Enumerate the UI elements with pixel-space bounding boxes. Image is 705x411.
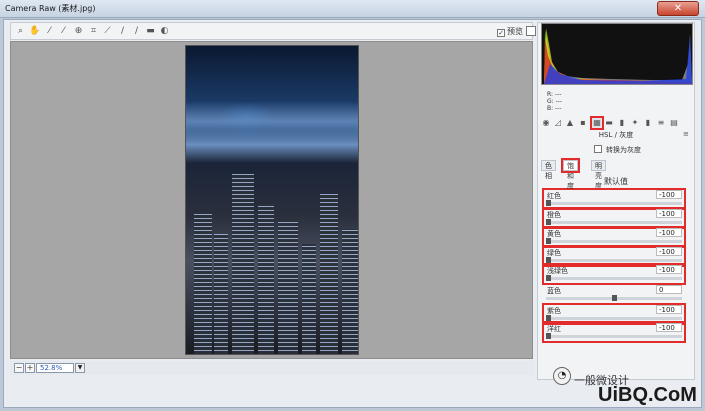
slider-value-field[interactable]: -100 <box>656 247 682 256</box>
slider-thumb[interactable] <box>546 257 551 263</box>
slider-value-field[interactable]: -100 <box>656 190 682 199</box>
building <box>232 174 254 354</box>
b-readout: B: --- <box>547 105 562 112</box>
color-sampler-icon[interactable]: ⁄ <box>58 26 69 37</box>
window-title: Camera Raw (素材.jpg) <box>5 4 96 13</box>
building <box>302 244 316 354</box>
camera-tab-icon[interactable]: ▮ <box>643 118 653 128</box>
slider-track[interactable] <box>546 221 682 224</box>
tone-curve-tab-icon[interactable]: ◿ <box>553 118 563 128</box>
zoom-level[interactable]: 52.8% <box>36 363 74 373</box>
slider-thumb[interactable] <box>546 219 551 225</box>
building <box>320 194 338 354</box>
preview-toggle[interactable]: ✓ 预览 <box>497 26 523 37</box>
section-title: HSL / 灰度 <box>598 131 634 139</box>
white-balance-icon[interactable]: ⁄ <box>44 26 55 37</box>
basic-tab-icon[interactable]: ◉ <box>541 118 551 128</box>
defaults-link[interactable]: 默认值 <box>541 176 691 187</box>
building <box>194 214 212 354</box>
red-eye-icon[interactable]: ∕ <box>131 26 142 37</box>
crop-icon[interactable]: ⌗ <box>88 26 99 37</box>
slider-value-field[interactable]: -100 <box>656 265 682 274</box>
building <box>278 219 298 354</box>
slider-thumb[interactable] <box>546 238 551 244</box>
photo-preview <box>185 45 359 355</box>
slider-thumb[interactable] <box>611 295 617 301</box>
zoom-in-button[interactable]: + <box>25 363 35 373</box>
toolbar: ⌕ ✋ ⁄ ⁄ ⊕ ⌗ ⟋ ∕ ∕ ▬ ◐ ✓ 预览 <box>10 22 536 40</box>
building <box>258 204 274 354</box>
sky-glow <box>186 101 358 141</box>
slider-row: 绿色 -100 <box>542 245 686 267</box>
effects-tab-icon[interactable]: ✦ <box>630 118 640 128</box>
tab-luminance[interactable]: 明亮度 <box>591 160 606 190</box>
slider-label: 蓝色 <box>547 287 561 295</box>
tab-hue[interactable]: 色相 <box>541 160 556 180</box>
split-tab-icon[interactable]: ▪ <box>578 118 588 128</box>
slider-row: 紫色 -100 <box>542 303 686 325</box>
lens-tab-icon[interactable]: ▮ <box>617 118 627 128</box>
straighten-icon[interactable]: ⟋ <box>102 26 113 37</box>
zoom-icon[interactable]: ⌕ <box>15 26 26 37</box>
histogram-graph <box>544 28 692 84</box>
building <box>342 229 358 354</box>
slider-track[interactable] <box>546 317 682 320</box>
split-toning-tab-icon[interactable]: ▬ <box>604 118 614 128</box>
convert-grayscale-checkbox[interactable]: 转换为灰度 <box>594 145 641 155</box>
checkmark-icon: ✓ <box>497 29 505 37</box>
brand-watermark: UiBQ.CoM <box>598 384 697 406</box>
hsl-tab-icon[interactable]: ▦ <box>590 116 604 130</box>
status-bar: − + 52.8% ▼ <box>10 361 533 375</box>
panel-menu-icon[interactable]: ≡ <box>683 130 689 138</box>
slider-value-field[interactable]: -100 <box>656 209 682 218</box>
fullscreen-icon[interactable] <box>526 26 536 36</box>
title-bar: Camera Raw (素材.jpg) ✕ <box>0 0 705 18</box>
tab-saturation[interactable]: 饱和度 <box>561 158 580 190</box>
slider-track[interactable] <box>546 240 682 243</box>
zoom-out-button[interactable]: − <box>14 363 24 373</box>
chevron-down-icon[interactable]: ▼ <box>75 363 85 373</box>
slider-row: 蓝色 0 <box>544 285 684 303</box>
snapshots-tab-icon[interactable]: ▤ <box>669 118 679 128</box>
detail-tab-icon[interactable]: ▲ <box>565 118 575 128</box>
slider-value-field[interactable]: 0 <box>656 285 682 294</box>
slider-row: 红色 -100 <box>542 188 686 210</box>
close-button[interactable]: ✕ <box>657 1 699 16</box>
g-readout: G: --- <box>547 98 563 105</box>
slider-track[interactable] <box>546 335 682 338</box>
graduated-filter-icon[interactable]: ◐ <box>159 26 170 37</box>
slider-value-field[interactable]: -100 <box>656 323 682 332</box>
slider-track[interactable] <box>546 277 682 280</box>
preview-label: 预览 <box>507 27 523 36</box>
checkbox-icon <box>594 145 602 153</box>
slider-row: 黄色 -100 <box>542 226 686 248</box>
slider-row: 橙色 -100 <box>542 207 686 229</box>
slider-thumb[interactable] <box>546 333 551 339</box>
convert-grayscale-label: 转换为灰度 <box>606 146 641 154</box>
slider-thumb[interactable] <box>546 275 551 281</box>
presets-tab-icon[interactable]: ≡ <box>656 118 666 128</box>
target-adjust-icon[interactable]: ⊕ <box>73 26 84 37</box>
adjustment-brush-icon[interactable]: ▬ <box>145 26 156 37</box>
spot-removal-icon[interactable]: ∕ <box>117 26 128 37</box>
panel-tabs: ◉ ◿ ▲ ▪ ▦ ▬ ▮ ✦ ▮ ≡ ▤ <box>541 116 691 130</box>
slider-value-field[interactable]: -100 <box>656 228 682 237</box>
slider-row: 洋红 -100 <box>542 321 686 343</box>
r-readout: R: --- <box>547 91 562 98</box>
slider-track[interactable] <box>546 259 682 262</box>
slider-thumb[interactable] <box>546 315 551 321</box>
slider-track[interactable] <box>546 202 682 205</box>
slider-row: 浅绿色 -100 <box>542 263 686 285</box>
wechat-icon: ◔ <box>553 367 571 385</box>
slider-thumb[interactable] <box>546 200 551 206</box>
slider-value-field[interactable]: -100 <box>656 305 682 314</box>
building <box>214 234 228 354</box>
hand-icon[interactable]: ✋ <box>29 26 40 37</box>
histogram <box>541 23 693 85</box>
